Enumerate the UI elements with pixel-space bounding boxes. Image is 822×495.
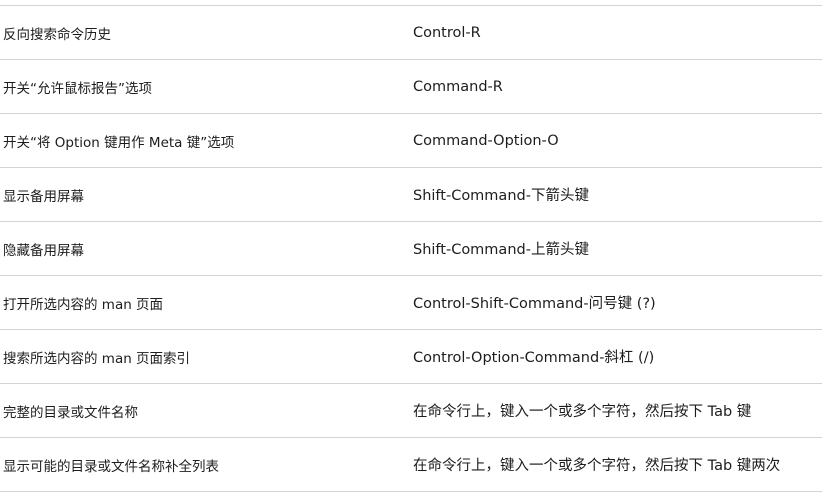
table-body: 反向搜索命令历史 Control-R 开关“允许鼠标报告”选项 Command-… [0, 6, 822, 492]
action-cell: 反向搜索命令历史 [3, 26, 111, 43]
action-cell: 开关“允许鼠标报告”选项 [3, 80, 152, 97]
shortcut-cell: Control-R [413, 24, 481, 41]
shortcut-cell: 在命令行上，键入一个或多个字符，然后按下 Tab 键两次 [413, 458, 781, 474]
table-row: 显示备用屏幕 Shift-Command-下箭头键 [0, 168, 822, 222]
shortcut-cell: Command-Option-O [413, 132, 559, 149]
shortcut-cell: Control-Shift-Command-问号键 (?) [413, 296, 656, 312]
shortcut-cell: Control-Option-Command-斜杠 (/) [413, 350, 655, 366]
shortcut-cell: Shift-Command-下箭头键 [413, 188, 589, 204]
action-cell: 搜索所选内容的 man 页面索引 [3, 350, 191, 367]
action-cell: 显示可能的目录或文件名称补全列表 [3, 458, 219, 475]
action-cell: 完整的目录或文件名称 [3, 404, 138, 421]
table-row: 搜索所选内容的 man 页面索引 Control-Option-Command-… [0, 330, 822, 384]
action-cell: 打开所选内容的 man 页面 [3, 296, 164, 313]
table-row: 反向搜索命令历史 Control-R [0, 6, 822, 60]
shortcut-table: 反向搜索命令历史 Control-R 开关“允许鼠标报告”选项 Command-… [0, 0, 822, 495]
table-row: 开关“允许鼠标报告”选项 Command-R [0, 60, 822, 114]
action-cell: 隐藏备用屏幕 [3, 242, 84, 259]
table-row: 显示可能的目录或文件名称补全列表 在命令行上，键入一个或多个字符，然后按下 Ta… [0, 438, 822, 492]
action-cell: 显示备用屏幕 [3, 188, 84, 205]
shortcut-cell: 在命令行上，键入一个或多个字符，然后按下 Tab 键 [413, 404, 752, 420]
table-row: 隐藏备用屏幕 Shift-Command-上箭头键 [0, 222, 822, 276]
shortcut-cell: Shift-Command-上箭头键 [413, 242, 589, 258]
action-cell: 开关“将 Option 键用作 Meta 键”选项 [3, 134, 235, 151]
table-row: 开关“将 Option 键用作 Meta 键”选项 Command-Option… [0, 114, 822, 168]
table-row: 完整的目录或文件名称 在命令行上，键入一个或多个字符，然后按下 Tab 键 [0, 384, 822, 438]
shortcut-cell: Command-R [413, 78, 503, 95]
table-row: 打开所选内容的 man 页面 Control-Shift-Command-问号键… [0, 276, 822, 330]
